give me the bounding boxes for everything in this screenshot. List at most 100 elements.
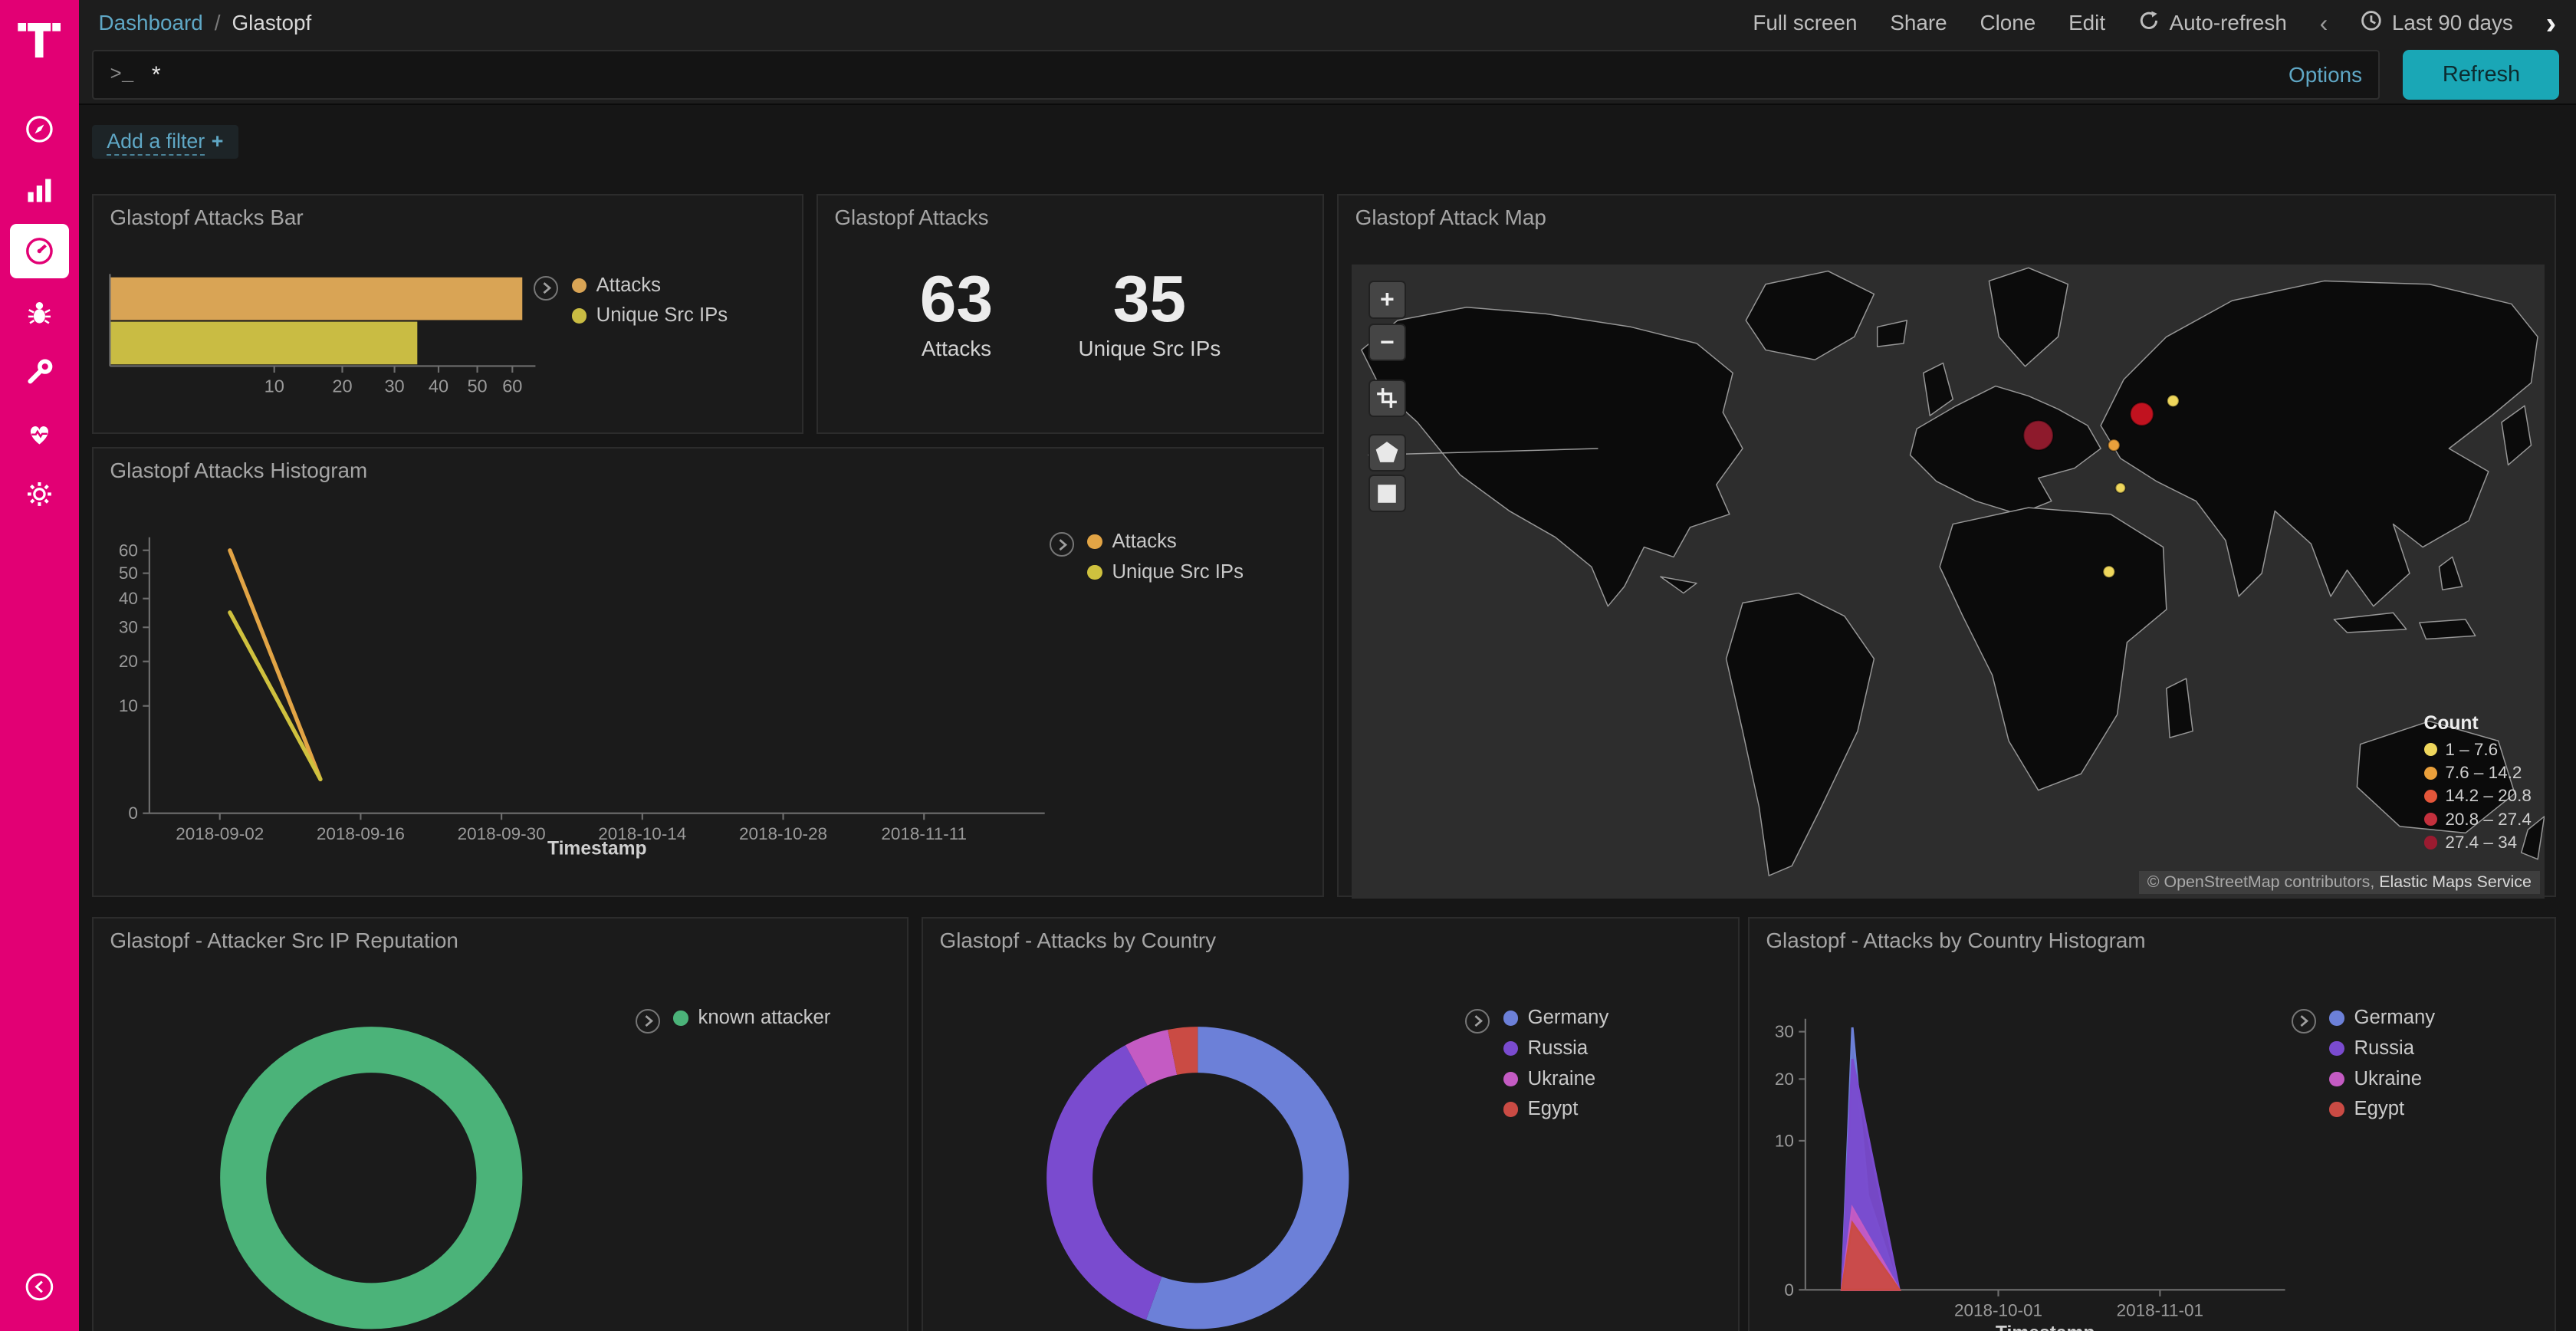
- query-options-link[interactable]: Options: [2288, 63, 2362, 87]
- sidebar-item-monitoring[interactable]: [10, 406, 69, 461]
- legend-item[interactable]: Attacks: [1087, 531, 1244, 553]
- legend-item[interactable]: Russia: [1503, 1037, 1609, 1060]
- search-query-input[interactable]: >_ * Options: [92, 50, 2380, 99]
- legend-toggle-icon[interactable]: [636, 1009, 660, 1034]
- country-donut-chart[interactable]: [1033, 1014, 1362, 1331]
- reputation-donut-chart[interactable]: [207, 1014, 536, 1331]
- map-legend-range: 7.6 – 14.2: [2445, 763, 2522, 783]
- attack-map[interactable]: + − Count 1 – 7.67.6 – 14.214.2 – 20.820…: [1352, 265, 2545, 899]
- legend-label: Attacks: [1112, 531, 1177, 553]
- bug-icon: [23, 295, 56, 328]
- sidebar-item-timelion[interactable]: [10, 284, 69, 339]
- metric-label: Unique Src IPs: [1079, 337, 1221, 361]
- kibana-dashboard-page: Dashboard / Glastopf Full screen Share C…: [0, 0, 2576, 1331]
- ems-link[interactable]: Elastic Maps Service: [2379, 873, 2532, 891]
- sidebar-item-dev-tools[interactable]: [10, 345, 69, 399]
- legend-item[interactable]: Unique Src IPs: [1087, 561, 1244, 583]
- time-range-picker[interactable]: Last 90 days: [2361, 10, 2513, 37]
- legend-item[interactable]: Unique Src IPs: [572, 304, 728, 327]
- crop-icon: [1375, 386, 1398, 409]
- query-bar: >_ * Options Refresh: [79, 46, 2576, 105]
- map-legend-range: 14.2 – 20.8: [2445, 786, 2532, 806]
- sidebar-item-discover[interactable]: [10, 102, 69, 156]
- refresh-button[interactable]: Refresh: [2403, 50, 2559, 99]
- osm-link[interactable]: © OpenStreetMap: [2147, 873, 2280, 891]
- svg-text:20: 20: [332, 376, 352, 396]
- map-legend-color-dot: [2424, 767, 2437, 780]
- legend-item[interactable]: Egypt: [2329, 1098, 2435, 1120]
- metric: 63Attacks: [920, 265, 993, 361]
- time-forward-chevron[interactable]: ›: [2546, 8, 2557, 39]
- chart-legend: known attacker: [636, 1007, 830, 1037]
- map-rectangle-filter-button[interactable]: [1368, 475, 1406, 512]
- legend-label: Unique Src IPs: [1112, 561, 1244, 583]
- svg-text:0: 0: [128, 804, 138, 823]
- attacks-histogram-chart[interactable]: 01020304050602018-09-022018-09-162018-09…: [94, 449, 1322, 896]
- world-map[interactable]: [1352, 265, 2545, 899]
- legend-item[interactable]: Egypt: [1503, 1098, 1609, 1120]
- breadcrumb-dashboard-link[interactable]: Dashboard: [99, 11, 203, 35]
- add-filter-link[interactable]: Add a filter+: [92, 125, 238, 159]
- map-legend-range: 27.4 – 34: [2445, 833, 2517, 853]
- svg-text:30: 30: [119, 618, 138, 637]
- top-navigation-bar: Dashboard / Glastopf Full screen Share C…: [79, 0, 2576, 46]
- full-screen-button[interactable]: Full screen: [1753, 11, 1857, 35]
- svg-text:2018-09-02: 2018-09-02: [176, 824, 264, 843]
- svg-text:10: 10: [1775, 1131, 1794, 1150]
- metric-values: 63Attacks 35 Unique Src IPs: [818, 265, 1322, 361]
- time-back-chevron[interactable]: ‹: [2320, 11, 2328, 35]
- legend-item[interactable]: known attacker: [673, 1007, 830, 1029]
- legend-item[interactable]: Ukraine: [1503, 1068, 1609, 1090]
- map-count-legend: Count 1 – 7.67.6 – 14.214.2 – 20.820.8 –…: [2424, 713, 2532, 856]
- metric: 35 Unique Src IPs: [1079, 265, 1221, 361]
- legend-toggle-icon[interactable]: [2292, 1009, 2316, 1034]
- plus-icon: +: [212, 130, 224, 153]
- clone-button[interactable]: Clone: [1980, 11, 2036, 35]
- svg-text:50: 50: [119, 564, 138, 583]
- svg-text:Timestamp: Timestamp: [1996, 1323, 2095, 1330]
- legend-color-dot: [1087, 534, 1102, 549]
- sidebar-collapse-button[interactable]: [10, 1260, 69, 1315]
- map-attribution: © OpenStreetMap contributors, Elastic Ma…: [2139, 871, 2540, 893]
- legend-toggle-icon[interactable]: [1465, 1009, 1490, 1034]
- legend-item[interactable]: Ukraine: [2329, 1068, 2435, 1090]
- share-button[interactable]: Share: [1890, 11, 1947, 35]
- legend-label: Egypt: [1528, 1098, 1579, 1120]
- legend-item[interactable]: Attacks: [572, 274, 728, 297]
- legend-color-dot: [2329, 1041, 2344, 1056]
- sidebar-item-dashboard[interactable]: [10, 224, 69, 278]
- bar-chart-icon: [23, 174, 56, 207]
- legend-item[interactable]: Russia: [2329, 1037, 2435, 1060]
- map-zoom-in-button[interactable]: +: [1368, 281, 1406, 318]
- metric-value: 35: [1079, 265, 1221, 334]
- svg-text:20: 20: [119, 652, 138, 671]
- legend-color-dot: [572, 308, 586, 323]
- legend-toggle-icon[interactable]: [1050, 532, 1074, 557]
- sidebar-item-management[interactable]: [10, 467, 69, 521]
- metric-value: 63: [920, 265, 993, 334]
- svg-text:10: 10: [264, 376, 284, 396]
- map-fit-bounds-button[interactable]: [1368, 380, 1406, 417]
- wrench-icon: [23, 356, 56, 389]
- rectangle-icon: [1375, 482, 1398, 505]
- map-zoom-out-button[interactable]: −: [1368, 324, 1406, 361]
- panel-title: Glastopf - Attacker Src IP Reputation: [94, 919, 907, 959]
- edit-button[interactable]: Edit: [2068, 11, 2105, 35]
- auto-refresh-button[interactable]: Auto-refresh: [2138, 10, 2287, 37]
- chart-legend: Germany Russia Ukraine Egypt: [2292, 1007, 2435, 1129]
- map-legend-item: 20.8 – 27.4: [2424, 810, 2532, 830]
- sidebar-item-visualize[interactable]: [10, 163, 69, 218]
- legend-item[interactable]: Germany: [1503, 1007, 1609, 1029]
- svg-text:60: 60: [119, 541, 138, 560]
- legend-color-dot: [2329, 1011, 2344, 1025]
- map-polygon-filter-button[interactable]: [1368, 434, 1406, 472]
- legend-color-dot: [572, 278, 586, 293]
- legend-label: Unique Src IPs: [596, 304, 728, 327]
- panel-title: Glastopf - Attacks by Country: [923, 919, 1738, 959]
- chart-legend: Germany Russia Ukraine Egypt: [1465, 1007, 1608, 1129]
- legend-toggle-icon[interactable]: [534, 276, 558, 301]
- breadcrumb: Dashboard / Glastopf: [99, 11, 312, 35]
- legend-color-dot: [1503, 1102, 1518, 1116]
- legend-label: Russia: [2354, 1037, 2414, 1060]
- legend-item[interactable]: Germany: [2329, 1007, 2435, 1029]
